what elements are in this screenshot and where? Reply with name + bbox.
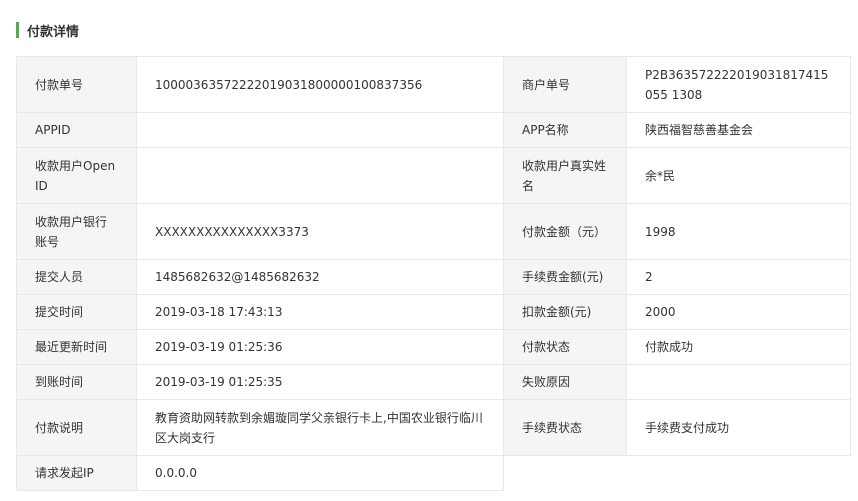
payment-detail-table: 付款单号 10000363572222019031800000100837356… [16,56,851,491]
label-submitter: 提交人员 [16,259,137,295]
value-arrival-time: 2019-03-19 01:25:35 [136,364,504,400]
value-fee-amount: 2 [626,259,851,295]
row-submit-time: 提交时间 2019-03-18 17:43:13 扣款金额(元) 2000 [16,294,851,330]
value-failure-reason [626,364,851,400]
value-payment-desc: 教育资助网转款到余媚璇同学父亲银行卡上,中国农业银行临川区大岗支行 [136,399,504,456]
label-request-ip: 请求发起IP [16,455,137,491]
label-openid: 收款用户Open ID [16,147,137,204]
value-payment-amount: 1998 [626,203,851,260]
label-fee-amount: 手续费金额(元) [503,259,627,295]
value-request-ip: 0.0.0.0 [136,455,504,491]
section-title: 付款详情 [27,24,80,40]
value-fee-status: 手续费支付成功 [626,399,851,456]
empty-cell [503,455,851,491]
value-app-name: 陕西福智慈善基金会 [626,112,851,148]
label-merchant-no: 商户单号 [503,56,627,113]
value-payment-no: 10000363572222019031800000100837356 [136,56,504,113]
label-arrival-time: 到账时间 [16,364,137,400]
label-payment-desc: 付款说明 [16,399,137,456]
row-openid: 收款用户Open ID 收款用户真实姓名 余*民 [16,147,851,204]
label-submit-time: 提交时间 [16,294,137,330]
value-openid [136,147,504,204]
value-bank-account: XXXXXXXXXXXXXXX3373 [136,203,504,260]
value-real-name: 余*民 [626,147,851,204]
label-deduct-amount: 扣款金额(元) [503,294,627,330]
row-payment-no: 付款单号 10000363572222019031800000100837356… [16,56,851,113]
value-payment-status: 付款成功 [626,329,851,365]
value-appid [136,112,504,148]
value-update-time: 2019-03-19 01:25:36 [136,329,504,365]
row-appid: APPID APP名称 陕西福智慈善基金会 [16,112,851,148]
row-arrival-time: 到账时间 2019-03-19 01:25:35 失败原因 [16,364,851,400]
label-appid: APPID [16,112,137,148]
row-submitter: 提交人员 1485682632@1485682632 手续费金额(元) 2 [16,259,851,295]
row-payment-desc: 付款说明 教育资助网转款到余媚璇同学父亲银行卡上,中国农业银行临川区大岗支行 手… [16,399,851,456]
label-bank-account: 收款用户银行账号 [16,203,137,260]
label-fee-status: 手续费状态 [503,399,627,456]
section-accent-bar [16,22,19,38]
label-payment-status: 付款状态 [503,329,627,365]
value-submit-time: 2019-03-18 17:43:13 [136,294,504,330]
row-request-ip: 请求发起IP 0.0.0.0 [16,455,851,491]
row-bank-account: 收款用户银行账号 XXXXXXXXXXXXXXX3373 付款金额（元） 199… [16,203,851,260]
row-update-time: 最近更新时间 2019-03-19 01:25:36 付款状态 付款成功 [16,329,851,365]
value-deduct-amount: 2000 [626,294,851,330]
section-header: 付款详情 [16,22,80,40]
label-real-name: 收款用户真实姓名 [503,147,627,204]
label-failure-reason: 失败原因 [503,364,627,400]
value-merchant-no: P2B363572222019031817415055 1308 [626,56,851,113]
label-payment-no: 付款单号 [16,56,137,113]
label-app-name: APP名称 [503,112,627,148]
value-submitter: 1485682632@1485682632 [136,259,504,295]
label-payment-amount: 付款金额（元） [503,203,627,260]
label-update-time: 最近更新时间 [16,329,137,365]
